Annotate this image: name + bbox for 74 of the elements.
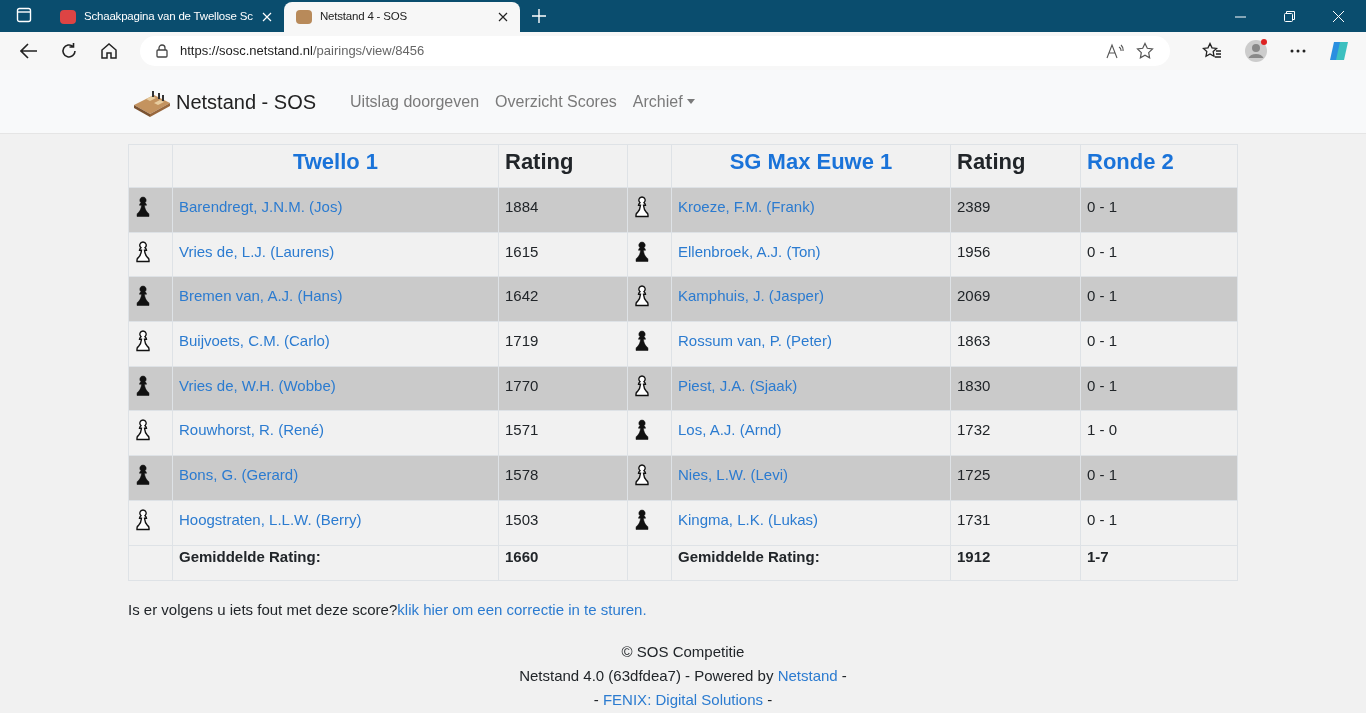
player-link[interactable]: Barendregt, J.N.M. (Jos) — [179, 198, 343, 215]
restore-icon[interactable] — [1284, 11, 1295, 22]
player-link[interactable]: Nies, L.W. (Levi) — [678, 466, 789, 484]
player-link[interactable]: Bremen van, A.J. (Hans) — [179, 287, 343, 305]
back-arrow-icon[interactable] — [20, 43, 38, 59]
credits-text: - FENIX: Digital Solutions - — [593, 690, 773, 710]
average-label: Gemiddelde Rating: — [179, 547, 321, 565]
browser-tab[interactable]: Netstand 4 - SOS — [284, 2, 520, 32]
archive-dropdown[interactable]: Archief — [632, 89, 695, 114]
column-header: Rating — [957, 149, 1026, 174]
result-value: 0 - 1 — [1087, 332, 1117, 350]
rating-value: 2389 — [957, 198, 991, 215]
result-value: 0 - 1 — [1087, 198, 1117, 215]
rating-value: 1863 — [957, 332, 991, 350]
result-value: 0 - 1 — [1087, 287, 1117, 305]
player-link[interactable]: Piest, J.A. (Sjaak) — [678, 376, 798, 394]
result-value: 1 - 0 — [1087, 421, 1117, 439]
caret-icon — [686, 99, 695, 104]
rating-value: 2069 — [957, 287, 991, 305]
player-link[interactable]: Bons, G. (Gerard) — [179, 466, 299, 484]
rating-value: 1571 — [505, 421, 539, 439]
correction-link[interactable]: klik hier om een correctie in te sturen. — [397, 600, 647, 618]
home-team-link[interactable]: Twello 1 — [292, 149, 379, 174]
star-icon[interactable] — [1136, 42, 1154, 60]
netstand-link[interactable]: Netstand — [777, 667, 838, 684]
average-label: Gemiddelde Rating: — [678, 547, 820, 565]
fenix-link[interactable]: FENIX: Digital Solutions — [602, 691, 764, 708]
average-rating: 1912 — [957, 547, 991, 565]
player-link[interactable]: Los, A.J. (Arnd) — [678, 421, 782, 439]
average-rating: 1660 — [505, 547, 539, 565]
rating-value: 1642 — [505, 287, 539, 305]
tab-title: Netstand 4 - SOS — [320, 9, 408, 25]
close-icon[interactable] — [498, 12, 508, 22]
rating-value: 1732 — [957, 421, 991, 439]
player-link[interactable]: Kroeze, F.M. (Frank) — [678, 198, 815, 215]
rating-value: 1578 — [505, 466, 539, 484]
url-text: https://sosc.netstand.nl/pairings/view/8456 — [180, 42, 426, 61]
copyright-text: © SOS Competitie — [621, 642, 745, 662]
rating-value: 1731 — [957, 510, 991, 528]
nav-link[interactable]: Uitslag doorgeven — [350, 89, 480, 114]
lock-icon — [156, 44, 168, 58]
column-header: Rating — [505, 149, 574, 174]
version-text: Netstand 4.0 (63dfdea7) - Powered by Netstand - — [519, 666, 847, 686]
result-value: 0 - 1 — [1087, 242, 1117, 260]
rating-value: 1725 — [957, 466, 991, 484]
rating-value: 1503 — [505, 510, 539, 528]
tab-title: Schaakpagina van de Twellose Sc — [84, 9, 254, 25]
rating-value: 1830 — [957, 376, 991, 394]
read-aloud-icon[interactable] — [1106, 43, 1124, 59]
result-value: 0 - 1 — [1087, 376, 1117, 394]
more-icon[interactable] — [1290, 49, 1306, 53]
profile-avatar-icon[interactable] — [1244, 39, 1268, 63]
home-icon[interactable] — [100, 42, 118, 60]
player-link[interactable]: Rouwhorst, R. (René) — [179, 421, 325, 439]
player-link[interactable]: Vries de, L.J. (Laurens) — [179, 242, 335, 260]
refresh-icon[interactable] — [60, 42, 78, 60]
rating-value: 1719 — [505, 332, 539, 350]
player-link[interactable]: Buijvoets, C.M. (Carlo) — [179, 332, 330, 350]
new-tab-icon[interactable] — [532, 9, 546, 23]
rating-value: 1770 — [505, 376, 539, 394]
correction-notice: Is er volgens u iets fout met deze score?klik hier om een correctie in te sturen. — [128, 599, 648, 620]
address-bar[interactable]: https://sosc.netstand.nl/pairings/view/8456 — [140, 36, 1170, 66]
rating-value: 1956 — [957, 242, 991, 260]
result-value: 0 - 1 — [1087, 466, 1117, 484]
nav-link[interactable]: Overzicht Scores — [495, 89, 617, 114]
brand-name[interactable]: Netstand - SOS — [176, 86, 317, 117]
browser-tab[interactable]: Schaakpagina van de Twellose Sc — [48, 2, 284, 32]
favorites-icon[interactable] — [1202, 42, 1222, 60]
player-link[interactable]: Vries de, W.H. (Wobbe) — [179, 376, 336, 394]
total-score: 1-7 — [1087, 547, 1109, 565]
rating-value: 1884 — [505, 198, 539, 215]
tab-actions-icon[interactable] — [16, 7, 32, 23]
result-value: 0 - 1 — [1087, 510, 1117, 528]
rating-value: 1615 — [505, 242, 539, 260]
